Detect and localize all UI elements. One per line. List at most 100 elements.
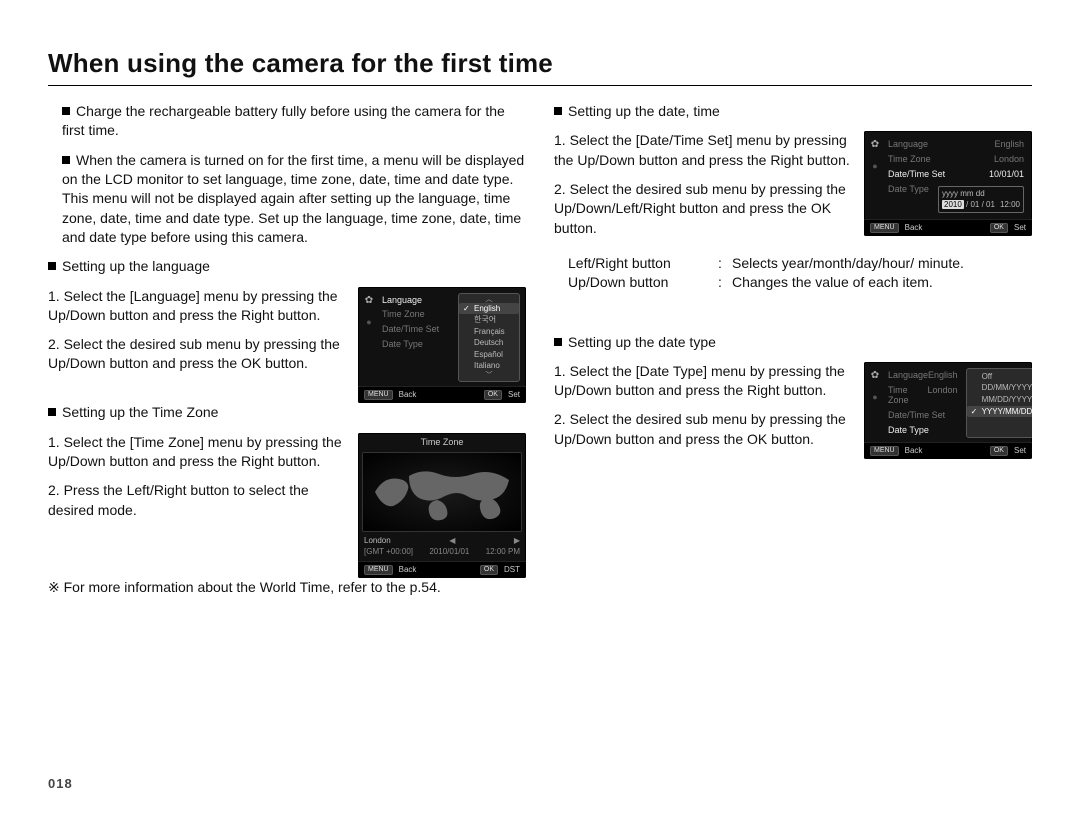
ok-tag: OK: [990, 446, 1008, 456]
date-edit-box: yyyy mm dd 2010 / 01 / 0112:00: [938, 186, 1024, 213]
menu-row: Date/Time Set: [886, 408, 960, 423]
intro-bullet-1: Charge the rechargeable battery fully be…: [48, 102, 526, 141]
manual-page: When using the camera for the first time…: [0, 0, 1080, 815]
lcd-datetime: ✿ ● LanguageEnglish Time ZoneLondon Date…: [864, 131, 1032, 236]
tz-lcd-title: Time Zone: [358, 433, 526, 448]
year-highlight: 2010: [942, 200, 964, 209]
tz-gmt: [GMT +00:00]: [364, 547, 413, 557]
option: DD/MM/YYYY: [967, 382, 1032, 394]
section-language-text: 1. Select the [Language] menu by pressin…: [48, 287, 344, 384]
chevron-up-icon: ︿: [459, 296, 519, 303]
menu-tag: MENU: [364, 565, 393, 575]
menu-tag: MENU: [364, 390, 393, 400]
option: ✓English: [459, 303, 519, 315]
bullet-icon: [554, 338, 562, 346]
menu-row: LanguageEnglish: [886, 137, 1026, 152]
option: ✓YYYY/MM/DD: [967, 406, 1032, 418]
bullet-icon: [62, 107, 70, 115]
lcd-footer: MENU Back OK DST: [358, 561, 526, 578]
section-datetime: 1. Select the [Date/Time Set] menu by pr…: [554, 131, 1032, 248]
section-timezone-text: 1. Select the [Time Zone] menu by pressi…: [48, 433, 344, 530]
section-datetime-title: Setting up the date, time: [554, 102, 1032, 121]
bullet-icon: [62, 156, 70, 164]
bullet-icon: [554, 107, 562, 115]
option: Français: [459, 326, 519, 338]
section-language: 1. Select the [Language] menu by pressin…: [48, 287, 526, 404]
check-icon: ✓: [971, 407, 979, 417]
dot-icon: ●: [366, 317, 371, 328]
arrow-left-icon: ◀: [449, 536, 455, 546]
option: Italiano: [459, 360, 519, 372]
back-label: Back: [399, 565, 417, 575]
tz-city: London: [364, 536, 391, 546]
bullet-icon: [48, 408, 56, 416]
section-datetype: 1. Select the [Date Type] menu by pressi…: [554, 362, 1032, 459]
section-language-title: Setting up the language: [48, 257, 526, 276]
option: Español: [459, 349, 519, 361]
back-label: Back: [905, 446, 923, 456]
section-datetime-text: 1. Select the [Date/Time Set] menu by pr…: [554, 131, 850, 248]
bullet-icon: [48, 262, 56, 270]
section-timezone: 1. Select the [Time Zone] menu by pressi…: [48, 433, 526, 578]
lang-step-2: 2. Select the desired sub menu by pressi…: [48, 335, 344, 374]
back-label: Back: [399, 390, 417, 400]
gear-icon: ✿: [871, 139, 879, 151]
menu-row: Time ZoneLondon: [886, 152, 1026, 167]
section-datetype-title: Setting up the date type: [554, 333, 1032, 352]
tz-date: 2010/01/01: [429, 547, 469, 557]
set-label: Set: [1014, 223, 1026, 233]
option: Off: [967, 371, 1032, 383]
menu-row: Date Type: [886, 423, 960, 438]
tz-info-row-2: [GMT +00:00] 2010/01/01 12:00 PM: [358, 547, 526, 561]
lcd-datetype: ✿ ● LanguageEnglish Time ZoneLondon Date…: [864, 362, 1032, 459]
dot-icon: ●: [872, 392, 877, 403]
arrow-right-icon: ▶: [514, 536, 520, 546]
dt-step-2: 2. Select the desired sub menu by pressi…: [554, 180, 850, 238]
dtype-step-2: 2. Select the desired sub menu by pressi…: [554, 410, 850, 449]
hint-left-right: Left/Right button:Selects year/month/day…: [568, 254, 1032, 273]
menu-row: Date/Time Set: [380, 322, 452, 337]
menu-row: Date Type yyyy mm dd 2010 / 01 / 0112:00: [886, 182, 1026, 215]
button-hints: Left/Right button:Selects year/month/day…: [554, 254, 1032, 293]
ok-tag: OK: [484, 390, 502, 400]
world-map-svg: [367, 462, 517, 522]
tz-info-row: London ◀ ▶: [358, 532, 526, 548]
menu-row: Date Type: [380, 337, 452, 352]
right-column: Setting up the date, time 1. Select the …: [554, 102, 1032, 607]
lcd-footer: MENU Back OK Set: [864, 442, 1032, 459]
lcd-timezone: Time Zone London ◀ ▶: [358, 433, 526, 578]
menu-tag: MENU: [870, 446, 899, 456]
ok-tag: OK: [990, 223, 1008, 233]
columns: Charge the rechargeable battery fully be…: [48, 102, 1032, 607]
set-label: DST: [504, 565, 520, 575]
options-panel: Off DD/MM/YYYY MM/DD/YYYY ✓YYYY/MM/DD: [966, 368, 1032, 438]
back-label: Back: [905, 223, 923, 233]
menu-tag: MENU: [870, 223, 899, 233]
title-rule: [48, 85, 1032, 86]
gear-icon: ✿: [365, 295, 373, 307]
menu-row: Time Zone: [380, 307, 452, 322]
tz-step-1: 1. Select the [Time Zone] menu by pressi…: [48, 433, 344, 472]
option: 한국어: [459, 314, 519, 326]
page-title: When using the camera for the first time: [48, 48, 1032, 79]
section-timezone-title: Setting up the Time Zone: [48, 403, 526, 422]
lcd-footer: MENU Back OK Set: [864, 219, 1032, 236]
dot-icon: ●: [872, 161, 877, 172]
menu-row: Language: [380, 293, 452, 308]
dtype-step-1: 1. Select the [Date Type] menu by pressi…: [554, 362, 850, 401]
set-label: Set: [1014, 446, 1026, 456]
intro-bullet-2: When the camera is turned on for the fir…: [48, 151, 526, 248]
lang-step-1: 1. Select the [Language] menu by pressin…: [48, 287, 344, 326]
chevron-down-icon: ﹀: [459, 372, 519, 379]
tz-step-2: 2. Press the Left/Right button to select…: [48, 481, 344, 520]
left-column: Charge the rechargeable battery fully be…: [48, 102, 526, 607]
lcd-footer: MENU Back OK Set: [358, 386, 526, 403]
ok-tag: OK: [480, 565, 498, 575]
option: Deutsch: [459, 337, 519, 349]
options-panel: ︿ ✓English 한국어 Français Deutsch Español …: [458, 293, 520, 383]
section-datetype-text: 1. Select the [Date Type] menu by pressi…: [554, 362, 850, 459]
menu-row: Time ZoneLondon: [886, 383, 960, 409]
world-time-note: ※ For more information about the World T…: [48, 578, 526, 597]
tz-time: 12:00 PM: [486, 547, 520, 557]
gear-icon: ✿: [871, 370, 879, 382]
